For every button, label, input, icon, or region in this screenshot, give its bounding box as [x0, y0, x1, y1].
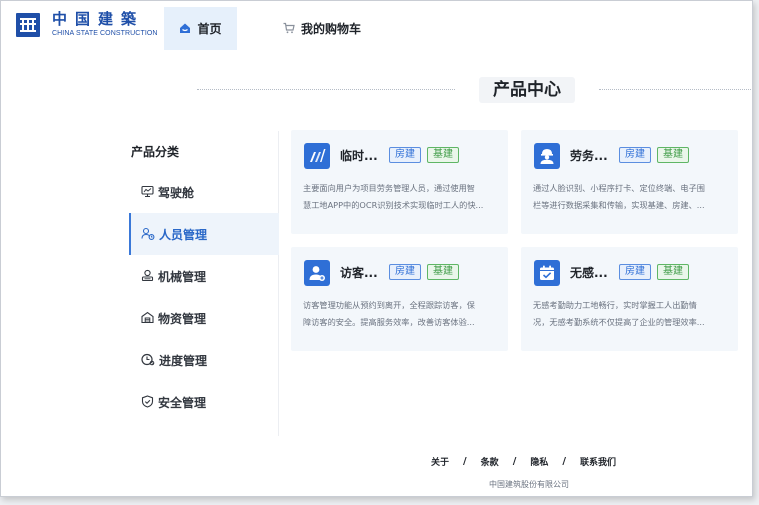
shield-icon: [141, 393, 154, 412]
tag-infrastructure: 基建: [427, 147, 459, 163]
machine-icon: [141, 267, 154, 286]
sidebar-item-materials[interactable]: 物资管理: [129, 297, 279, 339]
card-description: 访客管理功能从预约到离开，全程跟踪访客，保 障访客的安全。提高服务效率，改善访客…: [303, 297, 499, 331]
sidebar-item-people[interactable]: 人员管理: [129, 213, 279, 255]
people-icon: [141, 225, 155, 244]
nav-cart[interactable]: 我的购物车: [283, 19, 361, 38]
cart-icon: [283, 19, 295, 38]
sidebar-item-label: 安全管理: [158, 395, 207, 410]
card-description-line: 障访客的安全。提高服务效率，改善访客体验...: [303, 317, 475, 327]
card-title: 访客...: [340, 266, 378, 280]
home-icon: [179, 19, 191, 38]
footer-links: 关于 / 条款 / 隐私 / 联系我们: [431, 455, 616, 468]
visitor-icon: [304, 260, 330, 286]
product-card[interactable]: 无感... 房建 基建 无感考勤助力工地畅行，实时掌握工人出勤情 况，无感考勤系…: [521, 247, 738, 351]
nav-home[interactable]: 首页: [164, 7, 237, 50]
card-description: 无感考勤助力工地畅行，实时掌握工人出勤情 况，无感考勤系统不仅提高了企业的管理效…: [533, 297, 729, 331]
footer-link-contact[interactable]: 联系我们: [580, 455, 616, 468]
sidebar-item-progress[interactable]: 进度管理: [129, 339, 279, 381]
sidebar-item-label: 进度管理: [159, 353, 208, 368]
title-divider-right: [599, 89, 752, 90]
sidebar-item-label: 人员管理: [159, 227, 208, 242]
sidebar-heading: 产品分类: [131, 145, 180, 159]
card-title: 劳务...: [570, 149, 608, 163]
footer-separator: /: [512, 456, 517, 467]
tag-building: 房建: [389, 147, 421, 163]
card-description-line: 主要面向用户为项目劳务管理人员，通过使用智: [303, 183, 475, 193]
brand-name-en: CHINA STATE CONSTRUCTION: [52, 30, 158, 37]
tag-infrastructure: 基建: [657, 147, 689, 163]
nav-home-label: 首页: [197, 22, 222, 36]
footer-copyright: 中国建筑股份有限公司: [489, 480, 569, 489]
tag-building: 房建: [619, 147, 651, 163]
brand-name-cn: 中国建築: [52, 10, 145, 28]
card-description-line: 慧工地APP中的OCR识别技术实现临时工人的快...: [303, 200, 484, 210]
worker-icon: [534, 143, 560, 169]
footer-link-terms[interactable]: 条款: [481, 455, 499, 468]
dashboard-icon: [141, 183, 154, 202]
top-header: 中国建築 CHINA STATE CONSTRUCTION 首页 我的购物车: [1, 1, 752, 51]
sidebar-item-label: 驾驶舱: [158, 185, 195, 200]
card-description-line: 栏等进行数据采集和传输，实现基建、房建、...: [533, 200, 705, 210]
category-sidebar: 产品分类 驾驶舱 人员管理 机械管理 物资管理 进度管理 安全管理: [129, 131, 279, 436]
footer-link-privacy[interactable]: 隐私: [530, 455, 548, 468]
card-description-line: 况，无感考勤系统不仅提高了企业的管理效率...: [533, 317, 705, 327]
progress-icon: [141, 351, 155, 370]
card-title: 临时...: [340, 149, 378, 163]
tag-building: 房建: [389, 264, 421, 280]
card-description-line: 无感考勤助力工地畅行，实时掌握工人出勤情: [533, 300, 697, 310]
title-divider-left: [197, 89, 455, 90]
sidebar-item-safety[interactable]: 安全管理: [129, 381, 279, 423]
section-title-row: 产品中心: [1, 77, 752, 103]
brand-wordmark: 中国建築 CHINA STATE CONSTRUCTION: [52, 12, 158, 38]
sidebar-item-machine[interactable]: 机械管理: [129, 255, 279, 297]
nav-cart-label: 我的购物车: [301, 22, 362, 36]
card-description: 通过人脸识别、小程序打卡、定位终端、电子围 栏等进行数据采集和传输，实现基建、房…: [533, 180, 729, 214]
sidebar-item-dashboard[interactable]: 驾驶舱: [129, 171, 279, 213]
tag-infrastructure: 基建: [657, 264, 689, 280]
footer-separator: /: [562, 456, 567, 467]
sidebar-item-label: 物资管理: [158, 311, 207, 326]
brand-logo[interactable]: 中国建築 CHINA STATE CONSTRUCTION: [16, 12, 158, 38]
product-card[interactable]: 劳务... 房建 基建 通过人脸识别、小程序打卡、定位终端、电子围 栏等进行数据…: [521, 130, 738, 234]
brand-mark-icon: [16, 13, 40, 37]
page-title: 产品中心: [479, 77, 575, 103]
product-card[interactable]: 访客... 房建 基建 访客管理功能从预约到离开，全程跟踪访客，保 障访客的安全…: [291, 247, 508, 351]
card-description-line: 访客管理功能从预约到离开，全程跟踪访客，保: [303, 300, 475, 310]
tag-infrastructure: 基建: [427, 264, 459, 280]
card-description: 主要面向用户为项目劳务管理人员，通过使用智 慧工地APP中的OCR识别技术实现临…: [303, 180, 499, 214]
sidebar-item-label: 机械管理: [158, 269, 207, 284]
calendar-check-icon: [534, 260, 560, 286]
warehouse-icon: [141, 309, 154, 328]
card-description-line: 通过人脸识别、小程序打卡、定位终端、电子围: [533, 183, 705, 193]
tag-building: 房建: [619, 264, 651, 280]
footer-separator: /: [463, 456, 467, 467]
bar-chart-icon: [304, 143, 330, 169]
product-card[interactable]: 临时... 房建 基建 主要面向用户为项目劳务管理人员，通过使用智 慧工地APP…: [291, 130, 508, 234]
app-window: 中国建築 CHINA STATE CONSTRUCTION 首页 我的购物车 产…: [0, 0, 753, 497]
card-title: 无感...: [570, 266, 608, 280]
footer-link-about[interactable]: 关于: [431, 455, 449, 468]
